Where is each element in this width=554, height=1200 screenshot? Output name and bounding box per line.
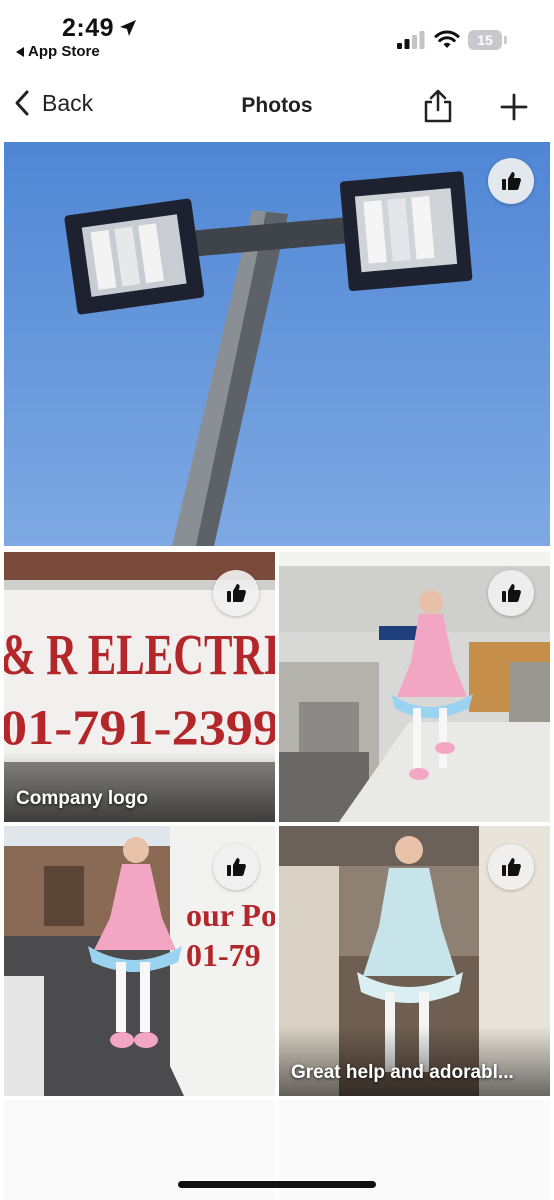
van-text-line2: 01-791-2399 xyxy=(4,699,275,755)
battery-icon: 15 xyxy=(468,30,508,50)
wifi-icon xyxy=(434,30,460,48)
street-light-image xyxy=(4,142,550,546)
photo-store-aisle[interactable] xyxy=(279,552,550,822)
like-button[interactable] xyxy=(213,570,259,616)
thumbs-up-icon xyxy=(227,584,246,602)
thumbs-up-icon xyxy=(502,584,521,602)
location-arrow-icon xyxy=(120,20,136,36)
photo-caption: Great help and adorabl... xyxy=(291,1062,514,1083)
like-button[interactable] xyxy=(213,844,259,890)
like-button[interactable] xyxy=(488,158,534,204)
thumbs-up-icon xyxy=(502,858,521,876)
thumbs-up-icon xyxy=(227,858,246,876)
like-button[interactable] xyxy=(488,570,534,616)
van-text-line1: & R ELECTRI xyxy=(4,622,275,687)
share-icon[interactable] xyxy=(420,88,456,124)
photo-blue-dress[interactable]: Great help and adorabl... xyxy=(279,826,550,1096)
status-time: 2:49 xyxy=(62,14,115,42)
back-to-app-store-link[interactable]: App Store xyxy=(16,43,100,60)
photo-parking-lot[interactable]: our Po 01-79 xyxy=(4,826,275,1096)
page-title: Photos xyxy=(241,94,313,117)
battery-level: 15 xyxy=(477,32,493,48)
back-triangle-icon xyxy=(16,46,24,57)
photo-street-light[interactable] xyxy=(4,142,550,546)
van-text-line2: 01-79 xyxy=(186,937,261,973)
photo-company-logo[interactable]: & R ELECTRI 01-791-2399 Company logo xyxy=(4,552,275,822)
thumbs-up-icon xyxy=(502,172,521,190)
status-bar: 2:49 App Store 15 xyxy=(0,0,554,76)
back-app-label: App Store xyxy=(28,43,100,60)
cellular-signal-icon xyxy=(397,31,425,49)
navigation-bar: Back Photos xyxy=(0,78,554,136)
plus-icon[interactable] xyxy=(497,90,531,124)
like-button[interactable] xyxy=(488,844,534,890)
home-indicator[interactable] xyxy=(178,1181,376,1188)
van-text-line1: our Po xyxy=(186,897,275,933)
photo-caption: Company logo xyxy=(16,788,148,809)
